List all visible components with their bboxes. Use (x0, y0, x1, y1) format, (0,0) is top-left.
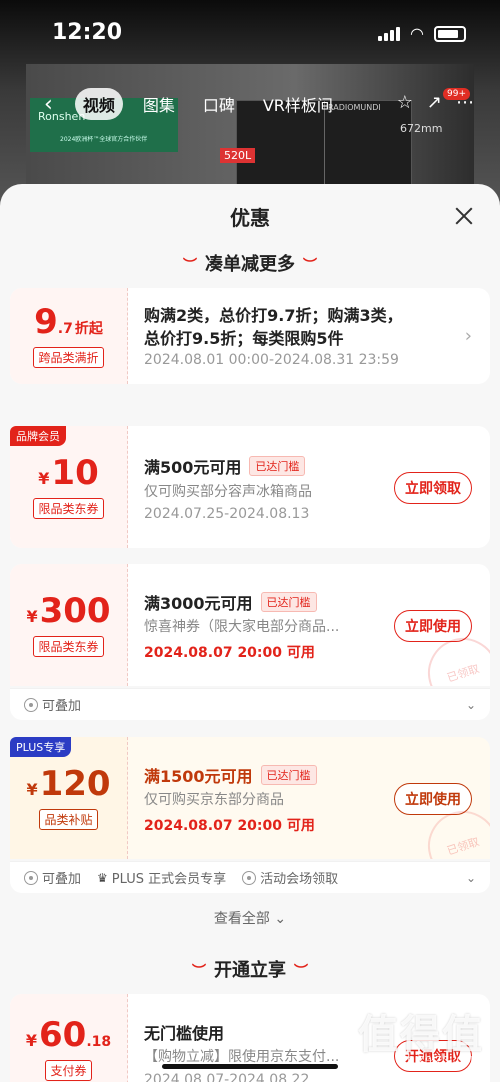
coupon-amount: 9 .7 折起 (34, 301, 103, 342)
tab-gallery[interactable]: 图集 (135, 88, 183, 120)
coupon-details: 满500元可用 已达门槛 仅可购买部分容声冰箱商品 2024.07.25-202… (144, 456, 312, 522)
sheet-title: 优惠 (230, 206, 270, 230)
coupon-amount-area: 9 .7 折起 跨品类满折 (10, 288, 128, 384)
status-bar: 12:20 ◠ (0, 0, 500, 64)
tab-reviews[interactable]: 口碑 (195, 88, 243, 120)
coupon-amount: ¥ 10 (38, 452, 99, 493)
coupon-type-tag: 限品类东券 (33, 635, 104, 657)
coupon-amount: ¥ 60 .18 (25, 1014, 112, 1055)
plus-exclusive-badge: PLUS专享 (10, 737, 72, 757)
coupon-type-tag: 跨品类满折 (33, 346, 104, 368)
venue-icon (242, 870, 257, 885)
tab-vr-showroom[interactable]: VR样板间 (255, 88, 341, 120)
coupon-amount: ¥ 120 (26, 763, 111, 804)
coupon-details: 满1500元可用 已达门槛 仅可购买京东部分商品 2024.08.07 20:0… (144, 765, 317, 834)
battery-icon (434, 25, 466, 42)
tab-video[interactable]: 视频 (74, 88, 123, 120)
view-all-link[interactable]: 查看全部 ⌄ (0, 908, 500, 928)
coupon-type-tag: 品类补贴 (39, 808, 98, 830)
threshold-reached-badge: 已达门槛 (249, 456, 306, 476)
coupon-card-120[interactable]: ¥ 120 品类补贴 满1500元可用 已达门槛 仅可购买京东部分商品 2024… (10, 737, 490, 859)
chevron-right-icon[interactable]: › (465, 326, 472, 347)
stackable-icon (24, 870, 38, 885)
chevron-down-icon: ⌄ (274, 911, 287, 927)
chevron-down-icon[interactable]: ⌄ (466, 871, 476, 885)
section-title-bundle: ︶ 凑单减更多 ︶ (183, 254, 317, 275)
coupon-footer: 可叠加 ♛ PLUS 正式会员专享 活动会场领取 ⌄ (10, 861, 490, 893)
message-count-badge: 99+ (443, 88, 470, 100)
media-tabs: ‹ 视频 图集 口碑 VR样板间 (44, 88, 341, 120)
status-time: 12:20 (52, 20, 123, 45)
chevron-down-icon[interactable]: ⌄ (466, 698, 476, 712)
coupon-card-multi-category[interactable]: 9 .7 折起 跨品类满折 购满2类，总价打9.7折；购满3类， 总价打9.5折… (10, 288, 490, 384)
coupon-footer: 可叠加 ⌄ (10, 688, 490, 720)
section-title-membership: ︶ 开通立享 ︶ (192, 960, 308, 981)
coupon-card-300[interactable]: ¥ 300 限品类东券 满3000元可用 已达门槛 惊喜神券（限大家电部分商品.… (10, 564, 490, 686)
close-icon[interactable] (452, 204, 476, 228)
home-indicator[interactable] (162, 1064, 338, 1069)
coupon-amount: ¥ 300 (26, 590, 111, 631)
coupon-amount-area: ¥ 300 限品类东券 (10, 564, 128, 686)
volume-badge: 520L (220, 148, 256, 163)
decor-icon: ︶ (294, 964, 308, 980)
coupon-type-tag: 支付券 (45, 1059, 92, 1081)
back-chevron-icon[interactable]: ‹ (44, 92, 53, 117)
status-icons: ◠ (378, 24, 466, 43)
discount-sheet: 优惠 ︶ 凑单减更多 ︶ 9 .7 折起 跨品类满折 购满2类，总价打9.7折；购满… (0, 184, 500, 1082)
decor-icon: ︶ (303, 258, 317, 274)
coupon-card-10[interactable]: ¥ 10 限品类东券 满500元可用 已达门槛 仅可购买部分容声冰箱商品 202… (10, 426, 490, 548)
claim-button[interactable]: 立即领取 (394, 472, 472, 504)
dimension-label: 672mm (400, 122, 443, 135)
coupon-details: 购满2类，总价打9.7折；购满3类， 总价打9.5折；每类限购5件 2024.0… (144, 306, 403, 368)
decor-icon: ︶ (192, 964, 206, 980)
coupon-type-tag: 限品类东券 (33, 497, 104, 519)
wifi-icon: ◠ (410, 24, 424, 43)
threshold-reached-badge: 已达门槛 (260, 592, 317, 612)
share-icon[interactable]: ↗ (427, 92, 442, 113)
decor-icon: ︶ (183, 258, 197, 274)
coupon-details: 满3000元可用 已达门槛 惊喜神券（限大家电部分商品... 2024.08.0… (144, 592, 340, 661)
favorite-icon[interactable]: ☆ (397, 92, 413, 113)
watermark-sub: zhizhizhi.com (400, 1052, 482, 1066)
signal-icon (378, 26, 401, 41)
coupon-amount-area: ¥ 60 .18 支付券 (10, 994, 128, 1082)
crown-icon: ♛ (97, 870, 108, 885)
threshold-reached-badge: 已达门槛 (260, 765, 317, 785)
brand-member-badge: 品牌会员 (10, 426, 66, 446)
stackable-icon (24, 697, 38, 712)
